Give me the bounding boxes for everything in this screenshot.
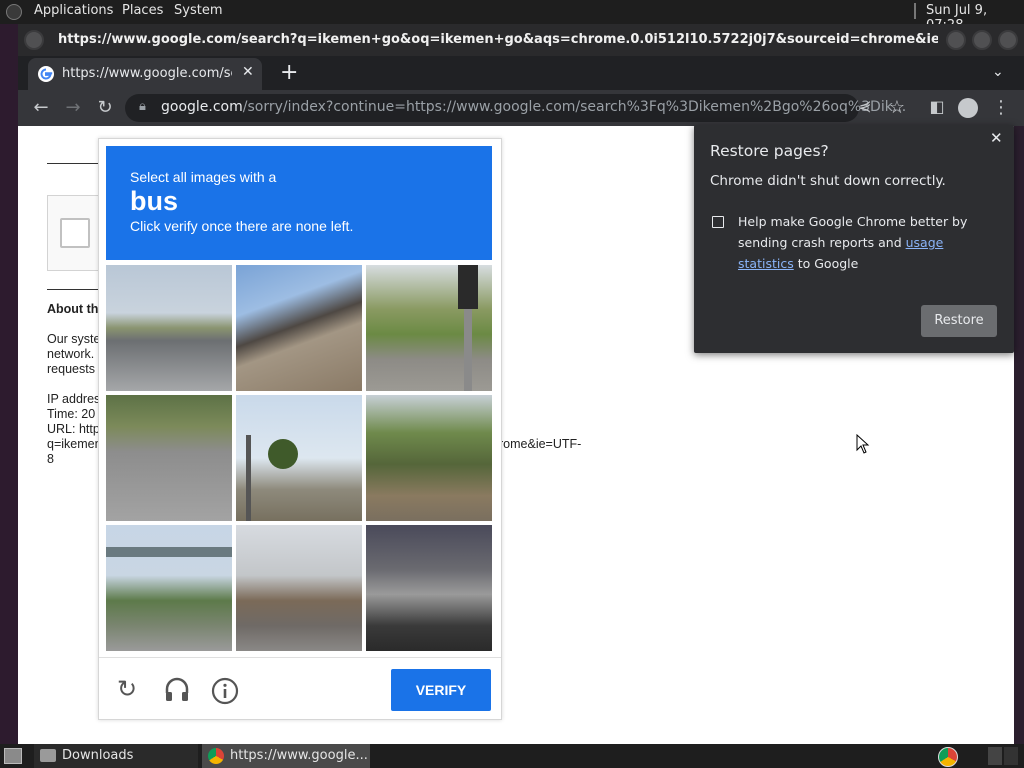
url-text: google.com/sorry/index?continue=https://… [161, 99, 906, 115]
taskbar-label-downloads: Downloads [62, 748, 134, 763]
captcha-target: bus [130, 186, 179, 216]
restore-message: Chrome didn't shut down correctly. [710, 173, 946, 189]
about-heading: About th [47, 302, 99, 316]
google-favicon-icon [38, 66, 54, 82]
captcha-tile-overpass[interactable] [106, 525, 232, 651]
ip-address-label: IP addres [47, 392, 101, 406]
taskbar-label-chrome: https://www.google... [230, 748, 368, 763]
side-panel-icon[interactable]: ◧ [924, 97, 950, 116]
lock-icon[interactable]: 🔒︎ [139, 99, 146, 114]
url-line-3: 8 [47, 452, 54, 466]
menu-places[interactable]: Places [122, 3, 163, 18]
reload-challenge-icon[interactable]: ↻ [117, 675, 137, 703]
captcha-tile-road[interactable] [106, 395, 232, 521]
captcha-tile-palm-tree[interactable] [236, 395, 362, 521]
desktop-background [0, 24, 18, 744]
tab-bar: https://www.google.com/sear ✕ + ⌄ [18, 56, 1024, 90]
captcha-grid [106, 265, 492, 651]
tray-chrome-icon[interactable] [938, 747, 958, 767]
menu-system[interactable]: System [174, 3, 222, 18]
url-label: URL: http [47, 422, 100, 436]
info-icon[interactable] [211, 677, 239, 705]
new-tab-button[interactable]: + [280, 60, 298, 85]
captcha-tile-intersection[interactable] [106, 265, 232, 391]
taskbar-item-downloads[interactable]: Downloads [34, 744, 198, 768]
para-line-1: Our syste [47, 332, 101, 346]
close-window-icon[interactable] [998, 30, 1018, 50]
tab-close-icon[interactable]: ✕ [242, 64, 254, 80]
panel-separator [914, 3, 916, 19]
captcha-tile-city-street[interactable] [236, 525, 362, 651]
restore-button[interactable]: Restore [921, 305, 997, 337]
share-icon[interactable]: ⋞ [852, 97, 878, 115]
taskbar-item-chrome[interactable]: https://www.google... [202, 744, 370, 768]
bottom-taskbar: Downloads https://www.google... [0, 744, 1024, 768]
url-path: /sorry/index?continue=https://www.google… [242, 99, 907, 115]
captcha-instruction: Select all images with a [130, 169, 277, 185]
tab-google-search[interactable]: https://www.google.com/sear ✕ [28, 58, 262, 90]
restore-title: Restore pages? [710, 142, 829, 160]
captcha-subinstruction: Click verify once there are none left. [130, 218, 354, 234]
url-tail: rome&ie=UTF- [499, 437, 582, 451]
browser-toolbar: ← → ↻ 🔒︎ google.com/sorry/index?continue… [18, 90, 1024, 126]
reload-icon[interactable]: ↻ [92, 97, 118, 118]
verify-button[interactable]: VERIFY [391, 669, 491, 711]
crash-report-text-after: to Google [793, 256, 859, 271]
show-desktop-icon[interactable] [4, 748, 22, 764]
window-menu-icon[interactable] [24, 30, 44, 50]
captcha-tile-house[interactable] [236, 265, 362, 391]
url-domain: google.com [161, 99, 243, 115]
window-titlebar[interactable]: https://www.google.com/search?q=ikemen+g… [18, 24, 1024, 56]
bookmark-star-icon[interactable]: ☆ [884, 97, 910, 118]
chrome-icon [208, 748, 224, 764]
profile-avatar-icon[interactable] [958, 98, 978, 118]
desktop-background-right [1014, 24, 1024, 744]
time-label: Time: 20 [47, 407, 96, 421]
minimize-icon[interactable] [946, 30, 966, 50]
restore-close-icon[interactable]: ✕ [990, 129, 1003, 147]
top-panel: Applications Places System Sun Jul 9, 07… [0, 0, 1024, 33]
maximize-icon[interactable] [972, 30, 992, 50]
captcha-footer-divider [99, 657, 501, 658]
folder-icon [40, 749, 56, 762]
workspace-2-icon[interactable] [1004, 747, 1018, 765]
crash-report-checkbox[interactable] [712, 216, 724, 228]
captcha-tile-motorcycles[interactable] [366, 525, 492, 651]
window-title: https://www.google.com/search?q=ikemen+g… [58, 32, 938, 47]
menu-applications[interactable]: Applications [34, 3, 113, 18]
para-line-2: network. [47, 347, 95, 361]
captcha-challenge: Select all images with a bus Click verif… [98, 138, 502, 720]
restore-pages-dialog: Restore pages? ✕ Chrome didn't shut down… [694, 125, 1014, 353]
workspace-1-icon[interactable] [988, 747, 1002, 765]
forward-icon[interactable]: → [60, 97, 86, 118]
tab-search-chevron-icon[interactable]: ⌄ [992, 64, 1004, 80]
gnome-logo-icon[interactable] [6, 4, 22, 20]
captcha-header: Select all images with a bus Click verif… [106, 146, 492, 260]
url-line-2: q=ikemen [47, 437, 102, 451]
chrome-menu-icon[interactable]: ⋮ [988, 97, 1014, 118]
recaptcha-checkbox[interactable] [60, 218, 90, 248]
captcha-tile-sidewalk[interactable] [366, 395, 492, 521]
crash-report-text: Help make Google Chrome better by sendin… [738, 211, 1000, 274]
captcha-tile-traffic-light[interactable] [366, 265, 492, 391]
address-bar[interactable]: 🔒︎ google.com/sorry/index?continue=https… [125, 94, 906, 122]
back-icon[interactable]: ← [28, 97, 54, 118]
tab-title: https://www.google.com/sear [62, 66, 232, 81]
audio-challenge-icon[interactable] [163, 677, 191, 703]
mouse-cursor-icon [856, 434, 870, 454]
para-line-3: requests [47, 362, 95, 376]
